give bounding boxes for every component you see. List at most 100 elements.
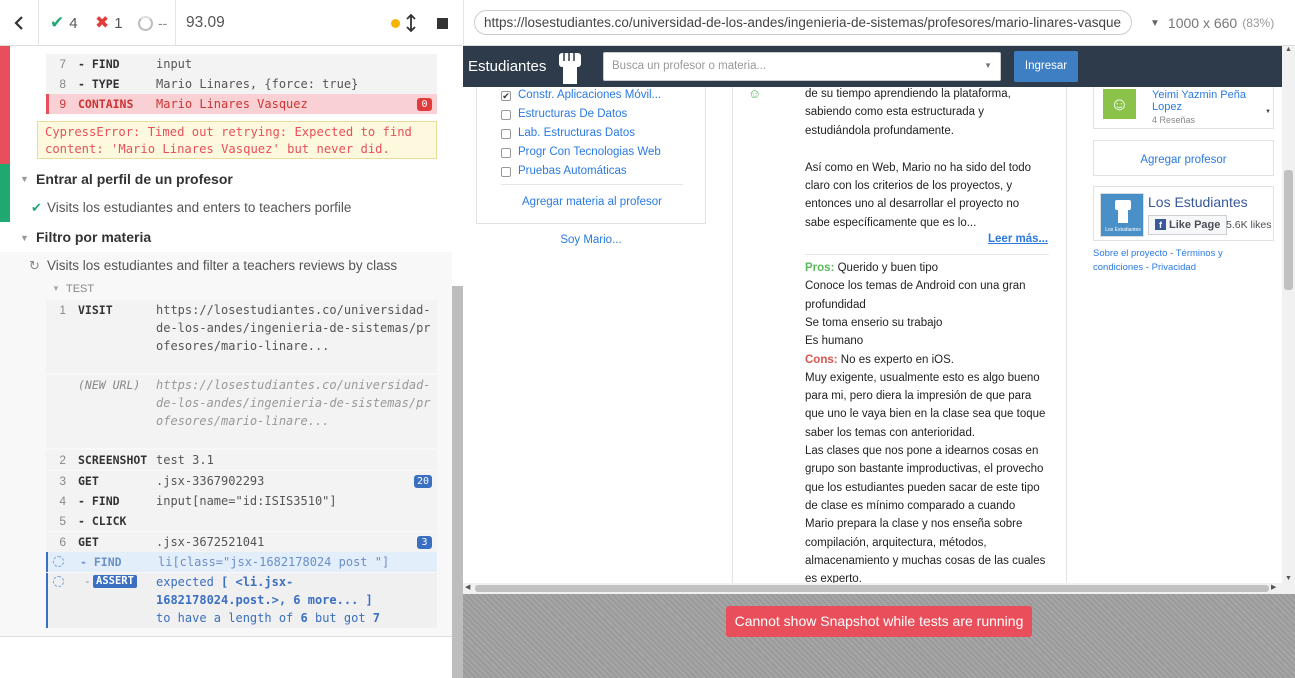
pros-line: Pros: Querido y buen tipo (805, 262, 938, 274)
panel-resizer[interactable] (452, 286, 463, 678)
review-line: sabiendo como esta estructurada y (805, 106, 984, 119)
check-icon: ✔ (50, 13, 65, 32)
error-message[interactable]: CypressError: Timed out retrying: Expect… (37, 121, 437, 159)
checkbox[interactable] (501, 167, 511, 177)
collapse-icon[interactable]: ▼ (52, 284, 60, 293)
viewport-info[interactable]: ▼ 1000 x 660 (83%) (1150, 0, 1274, 46)
brand-text[interactable]: Estudiantes (468, 58, 546, 75)
spinner-icon (53, 556, 64, 567)
pros-line: Conoce los temas de Android con una gran (805, 280, 1026, 293)
passed-test-bar (0, 164, 10, 222)
caret-down-icon: ▼ (1150, 17, 1160, 29)
running-indicator (391, 0, 400, 46)
command-row[interactable]: 4 - FIND input[name="id:ISIS3510"] (46, 491, 437, 511)
review-line: de su tiempo aprendiendo la plataforma, (805, 88, 1011, 100)
cons-line: saber los temas con anterioridad. (805, 426, 976, 439)
stop-icon (437, 17, 448, 29)
url-bar[interactable]: https://losestudiantes.co/universidad-de… (474, 10, 1132, 35)
los-estudiantes-logo[interactable]: Los Estudiantes (1100, 193, 1144, 237)
add-subject-link[interactable]: Agregar materia al profesor (477, 196, 707, 208)
scroll-up-icon[interactable]: ▲ (1285, 46, 1292, 53)
spinner-icon (138, 15, 153, 31)
spinner-icon (53, 576, 64, 587)
checkbox[interactable] (501, 129, 511, 139)
cross-icon: ✖ (95, 13, 110, 32)
failed-test-bar (0, 46, 10, 164)
duration: 93.09 (186, 14, 225, 31)
failed-command-row[interactable]: 9 CONTAINS Mario Linares Vasquez 0 (46, 94, 437, 114)
facebook-widget: Los Estudiantes Los Estudiantes f Like Pa… (1093, 186, 1274, 241)
fist-logo-icon[interactable] (555, 49, 585, 85)
search-input[interactable]: Busca un profesor o materia... ▼ (603, 52, 1001, 81)
command-row[interactable]: 1 VISIT https://losestudiantes.co/univer… (46, 300, 437, 373)
pending-count: -- (138, 0, 167, 46)
caret-down-icon: ▼ (984, 61, 992, 70)
scroll-right-icon[interactable]: ▶ (1271, 583, 1276, 591)
footer-links: Sobre el proyecto - Términos y condicion… (1093, 248, 1223, 273)
command-row[interactable]: 7 - FIND input (46, 54, 437, 74)
cons-line: de clase es mínimo comparado a cuando (805, 499, 1016, 512)
pending-command-row[interactable]: - FIND li[class="jsx-1682178024 post "] (46, 552, 437, 572)
test-label: TEST (66, 283, 95, 295)
cons-line: es experto. (805, 573, 862, 583)
pros-line: profundidad (805, 298, 866, 311)
snapshot-message: Cannot show Snapshot while tests are run… (726, 606, 1032, 637)
cons-line: Mario prepara la clase y nos enseña sobr… (805, 518, 1023, 531)
back-icon[interactable] (10, 0, 28, 46)
pros-line: Es humano (805, 335, 864, 348)
check-icon: ✔ (31, 200, 42, 215)
collapse-icon[interactable]: ▼ (20, 233, 29, 243)
scroll-toggle-icon[interactable] (406, 0, 416, 46)
command-row[interactable]: (NEW URL) https://losestudiantes.co/univ… (46, 375, 437, 448)
avatar: ☺ (1103, 89, 1136, 119)
failed-count: ✖ 1 (95, 13, 123, 32)
review-count: 4 Reseñas (1152, 115, 1196, 125)
review-line: estudiándola profundamente. (805, 124, 954, 137)
runner-toolbar: ✔ 4 ✖ 1 -- 93.09 https://losestudiantes.… (0, 0, 1295, 46)
professor-list: ☺ Yeimi Yazmin Peña Lopez 4 Reseñas ▼ (1093, 87, 1274, 129)
command-row[interactable]: 2 SCREENSHOT test 3.1 (46, 450, 437, 470)
command-row[interactable]: 3 GET .jsx-3367902293 20 (46, 471, 437, 491)
command-log: 7 - FIND input 8 - TYPE Mario Linares, {… (0, 46, 452, 678)
vertical-scrollbar[interactable]: ▲ ▼ (1282, 46, 1295, 583)
collapse-icon[interactable]: ▼ (20, 174, 29, 184)
professor-link[interactable]: Yeimi Yazmin Peña Lopez (1152, 89, 1267, 113)
review-line: claro con los criterios de los proyectos… (805, 180, 1013, 192)
review-line: Así como en Web, Mario no ha sido del to… (805, 161, 1032, 174)
add-professor-button[interactable]: Agregar profesor (1093, 140, 1274, 176)
like-page-button[interactable]: f Like Page (1148, 215, 1228, 235)
horizontal-scrollbar[interactable]: ◀ ▶ (463, 583, 1295, 594)
command-row[interactable]: 8 - TYPE Mario Linares, {force: true} (46, 74, 437, 94)
scroll-down-icon[interactable]: ▼ (1265, 109, 1271, 115)
cons-line: compilación, arquitectura, métodos, (805, 536, 987, 549)
fb-page-title[interactable]: Los Estudiantes (1148, 194, 1248, 210)
command-row[interactable]: 5 - CLICK (46, 511, 437, 531)
running-icon: ↻ (29, 258, 40, 273)
assert-command-row[interactable]: - ASSERT expected [ <li.jsx- 1682178024.… (46, 573, 437, 628)
cons-line: que uno le vaya bien en la clase sea que… (805, 408, 1046, 421)
app-navbar: Estudiantes Busca un profesor o materia.… (463, 46, 1282, 87)
stop-button[interactable] (437, 0, 448, 46)
subjects-card: ✔ Constr. Aplicaciones Móvil... Estructura… (476, 87, 706, 224)
suite-title[interactable]: Entrar al perfil de un profesor (36, 171, 233, 187)
cons-line: Cons: No es experto en iOS. (805, 353, 954, 366)
checkbox[interactable]: ✔ (501, 91, 511, 101)
checkbox[interactable] (501, 110, 511, 120)
status-dot-icon (391, 18, 400, 28)
suite-title[interactable]: Filtro por materia (36, 229, 151, 245)
test-title[interactable]: Visits los estudiantes and filter a teac… (47, 258, 397, 273)
passed-count: ✔ 4 (50, 13, 78, 32)
review-line: sabe específicamente que es lo... (805, 216, 977, 229)
login-button[interactable]: Ingresar (1014, 51, 1078, 82)
scroll-down-icon[interactable]: ▼ (1285, 575, 1292, 582)
review-line: entonces uno al desarrollar el proyecto … (805, 198, 1020, 211)
app-preview: Estudiantes Busca un profesor o materia.… (463, 46, 1282, 583)
command-row[interactable]: 6 GET .jsx-3672521041 3 (46, 532, 437, 552)
scroll-left-icon[interactable]: ◀ (465, 583, 470, 591)
cons-line: almacenamiento y muchas cosas de las cua… (805, 554, 1046, 567)
read-more-link[interactable]: Leer más... (988, 233, 1048, 245)
checkbox[interactable] (501, 148, 511, 158)
soy-link[interactable]: Soy Mario... (476, 234, 706, 246)
pros-line: Se toma enserio su trabajo (805, 316, 943, 329)
test-title[interactable]: Visits los estudiantes and enters to tea… (47, 200, 351, 215)
